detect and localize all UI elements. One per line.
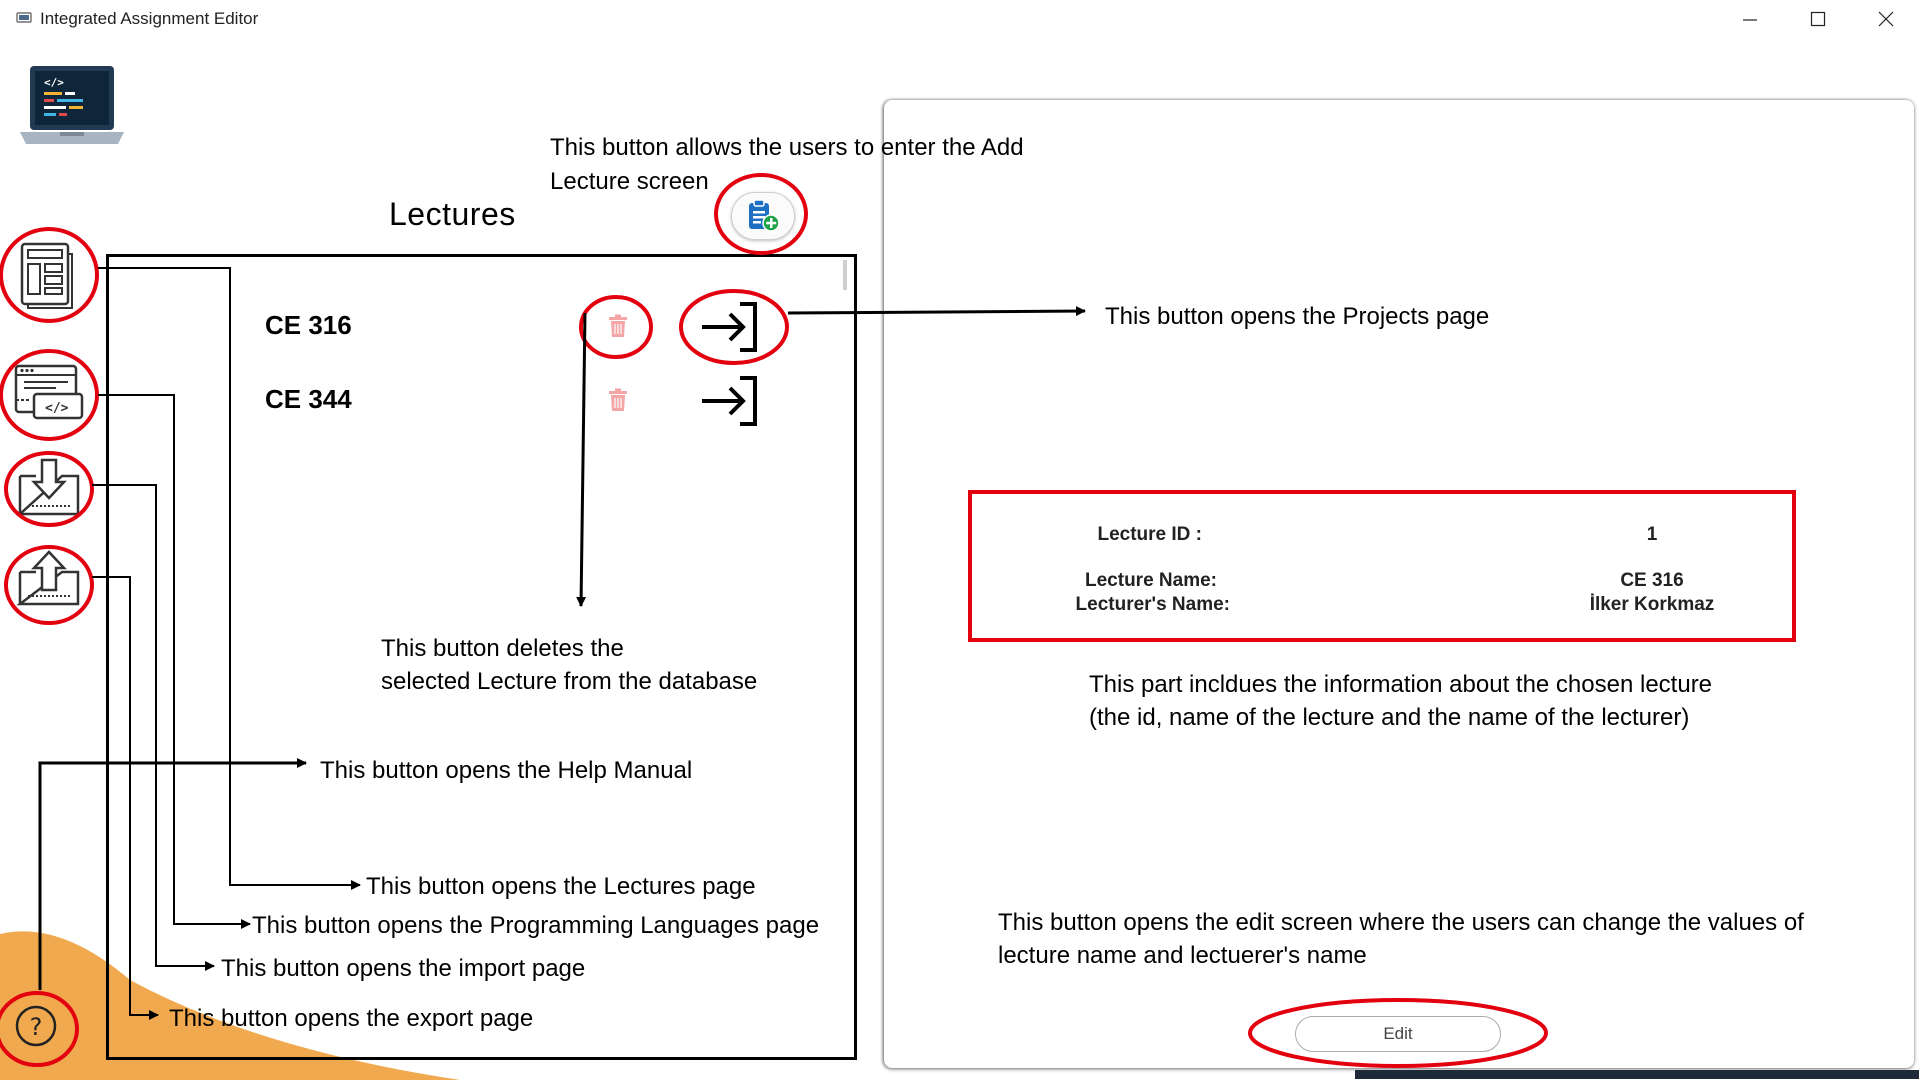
help-highlight-circle bbox=[0, 991, 79, 1067]
annotation-info-line1: This part incldues the information about… bbox=[1089, 671, 1713, 698]
annotation-projects: This button opens the Projects page bbox=[1105, 303, 1490, 330]
import-page-highlight-circle bbox=[4, 451, 94, 527]
annotation-add-lecture-line1: This button allows the users to enter th… bbox=[550, 134, 1024, 161]
languages-page-highlight-circle bbox=[0, 349, 99, 441]
lectures-page-highlight-circle bbox=[0, 227, 99, 323]
annotation-help: This button opens the Help Manual bbox=[320, 757, 693, 784]
annotation-edit-line1: This button opens the edit screen where … bbox=[998, 909, 1804, 936]
annotation-add-lecture-line2: Lecture screen bbox=[550, 168, 709, 195]
export-page-highlight-circle bbox=[4, 545, 94, 625]
edit-highlight-circle bbox=[1248, 998, 1548, 1068]
annotation-delete-line1: This button deletes the bbox=[381, 635, 624, 662]
annotation-lectures-page: This button opens the Lectures page bbox=[366, 873, 756, 900]
delete-highlight-circle bbox=[579, 295, 653, 359]
info-highlight-box bbox=[968, 490, 1796, 642]
annotation-import-page: This button opens the import page bbox=[221, 955, 586, 982]
annotation-delete-line2: selected Lecture from the database bbox=[381, 668, 758, 695]
add-lecture-highlight-circle bbox=[714, 173, 808, 255]
annotation-languages-page: This button opens the Programming Langua… bbox=[252, 912, 820, 939]
annotation-info-line2: (the id, name of the lecture and the nam… bbox=[1089, 704, 1690, 731]
annotation-export-page: This button opens the export page bbox=[169, 1005, 534, 1032]
annotation-edit-line2: lecture name and lectuerer's name bbox=[998, 942, 1367, 969]
projects-highlight-circle bbox=[679, 289, 789, 365]
